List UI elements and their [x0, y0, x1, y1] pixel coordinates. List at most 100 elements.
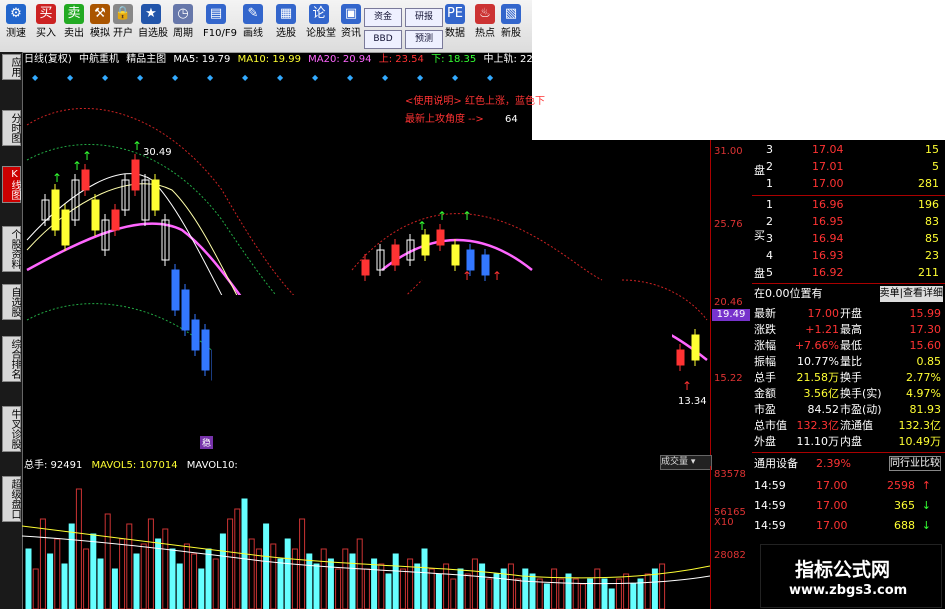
toolbar-button-label: 自选股 [138, 28, 168, 39]
industry-compare-button[interactable]: 同行业比较 [889, 456, 941, 471]
volume-bar [464, 573, 471, 609]
candlestick [361, 259, 370, 276]
quote-value: 11.10万 [796, 435, 840, 448]
sell-detail-button[interactable]: 卖单|查看详细 [879, 286, 943, 302]
bid-row[interactable]: 1 16.96 196 [752, 197, 945, 213]
toolbar-box-2[interactable]: BBD [364, 30, 402, 49]
volume-bar [111, 568, 118, 609]
toolbar-button-9[interactable]: ▦ 选股 [273, 2, 299, 50]
toolbar-button-4[interactable]: 🔒 开户 [110, 2, 136, 50]
ask-qty: 5 [932, 160, 939, 173]
divider [752, 283, 945, 284]
quote-key: 换手(实) [840, 387, 882, 400]
quote-value: 0.85 [916, 355, 942, 368]
toolbar-box-1[interactable]: 研报 [405, 8, 443, 27]
left-tab-1[interactable]: 分时图 [2, 110, 21, 146]
bid-price: 16.95 [812, 215, 844, 228]
volume-bar [522, 568, 529, 609]
usage-link[interactable]: <使用说明> [405, 96, 462, 107]
toolbar-button-5[interactable]: ★ 自选股 [138, 2, 168, 50]
toolbar-button-label: 论股堂 [306, 28, 336, 39]
mid-upper-value: 中上轨: 22.67 [483, 54, 549, 65]
quote-key: 最高 [840, 323, 862, 336]
volume-chart[interactable] [22, 466, 710, 609]
bid-row[interactable]: 3 16.94 85 [752, 231, 945, 247]
quote-value: 10.77% [797, 355, 839, 368]
arrow-down-icon: ↓ [921, 519, 931, 532]
up-arrow-icon: ↑ [462, 209, 472, 223]
volume-bar [39, 518, 46, 609]
peak-price-label: 30.49 [143, 147, 172, 158]
period-label[interactable]: 日线(复权) [24, 54, 72, 65]
bid-row[interactable]: 2 16.95 83 [752, 214, 945, 230]
quote-row: 市盈 84.52 市盈(动) 81.93 [752, 402, 945, 418]
divider [752, 452, 945, 453]
volume-bar [198, 568, 205, 609]
volume-bar [133, 553, 140, 609]
toolbar-button-6[interactable]: ◷ 周期 [170, 2, 196, 50]
volume-bar [263, 523, 270, 609]
angle-label: 最新上攻角度 --> [405, 114, 484, 125]
left-tab-5[interactable]: 综合排名 [2, 336, 21, 382]
toolbar-button-12[interactable]: PE 数据 [442, 2, 468, 50]
toolbar-box-0[interactable]: 资金 [364, 8, 402, 27]
toolbar-box-3[interactable]: 预测 [405, 30, 443, 49]
candlestick [181, 289, 190, 331]
toolbar-button-0[interactable]: ⚙ 测速 [3, 2, 29, 50]
volume-bar [450, 578, 457, 609]
open-account-icon: 🔒 [113, 4, 133, 24]
ask-row[interactable]: 3 17.04 15 [752, 142, 945, 158]
quote-value: 132.3亿 [796, 419, 840, 432]
ask-row[interactable]: 2 17.01 5 [752, 159, 945, 175]
ask-row[interactable]: 1 17.00 281 [752, 176, 945, 192]
left-tab-0[interactable]: 应用 [2, 54, 21, 80]
left-tab-6[interactable]: 牛叉诊股 [2, 406, 21, 452]
volume-bar [234, 508, 241, 609]
period-icon: ◷ [173, 4, 193, 24]
tick-price: 17.00 [816, 499, 848, 512]
news-icon: ▣ [341, 4, 361, 24]
volume-bar [291, 548, 298, 609]
volume-bar [284, 538, 291, 609]
volume-bar [536, 578, 543, 609]
quote-key: 涨跌 [754, 323, 776, 336]
volume-bar [659, 563, 666, 609]
toolbar-button-7[interactable]: ▤ F10/F9 [203, 2, 237, 50]
ask-price: 17.00 [812, 177, 844, 190]
bid-qty: 23 [925, 249, 939, 262]
quote-value: +1.21 [805, 323, 839, 336]
ask-price: 17.04 [812, 143, 844, 156]
draw-line-icon: ✎ [243, 4, 263, 24]
bid-price: 16.96 [812, 198, 844, 211]
left-tab-7[interactable]: 超级盘口 [2, 476, 21, 522]
left-tab-3[interactable]: 个股资料 [2, 226, 21, 272]
signal-diamond-icon: ◆ [452, 73, 459, 82]
toolbar-button-8[interactable]: ✎ 画线 [240, 2, 266, 50]
bid-row[interactable]: 5 16.92 211 [752, 265, 945, 281]
up-arrow-icon: ↑ [437, 209, 447, 223]
left-tab-4[interactable]: 自选股 [2, 284, 21, 320]
toolbar-button-1[interactable]: 买买入 [33, 2, 59, 50]
quote-value: 4.97% [906, 387, 941, 400]
toolbar-button-2[interactable]: 卖卖出 [61, 2, 87, 50]
candlestick [81, 169, 90, 191]
quote-key: 总市值 [754, 419, 787, 432]
toolbar-button-13[interactable]: ♨ 热点 [472, 2, 498, 50]
bid-qty: 85 [925, 232, 939, 245]
volume-bar [594, 568, 601, 609]
signal-diamond-icon: ◆ [172, 73, 179, 82]
volume-bar [90, 533, 97, 609]
candlestick [61, 209, 70, 246]
toolbar-button-10[interactable]: 论论股堂 [306, 2, 336, 50]
sell-icon: 卖 [64, 4, 84, 24]
left-tab-2[interactable]: K线图 [2, 166, 21, 203]
up-arrow-icon: ↑ [52, 171, 62, 185]
toolbar-button-11[interactable]: ▣ 资讯 [338, 2, 364, 50]
bid-row[interactable]: 4 16.93 23 [752, 248, 945, 264]
watermark-url: www.zbgs3.com [789, 583, 908, 598]
tick-price: 17.00 [816, 519, 848, 532]
toolbar-button-14[interactable]: ▧ 新股 [498, 2, 524, 50]
volume-bar [529, 573, 536, 609]
indicator-name[interactable]: 精品主图 [126, 54, 166, 65]
sector-row[interactable]: 通用设备 2.39% 同行业比较 [752, 456, 945, 472]
